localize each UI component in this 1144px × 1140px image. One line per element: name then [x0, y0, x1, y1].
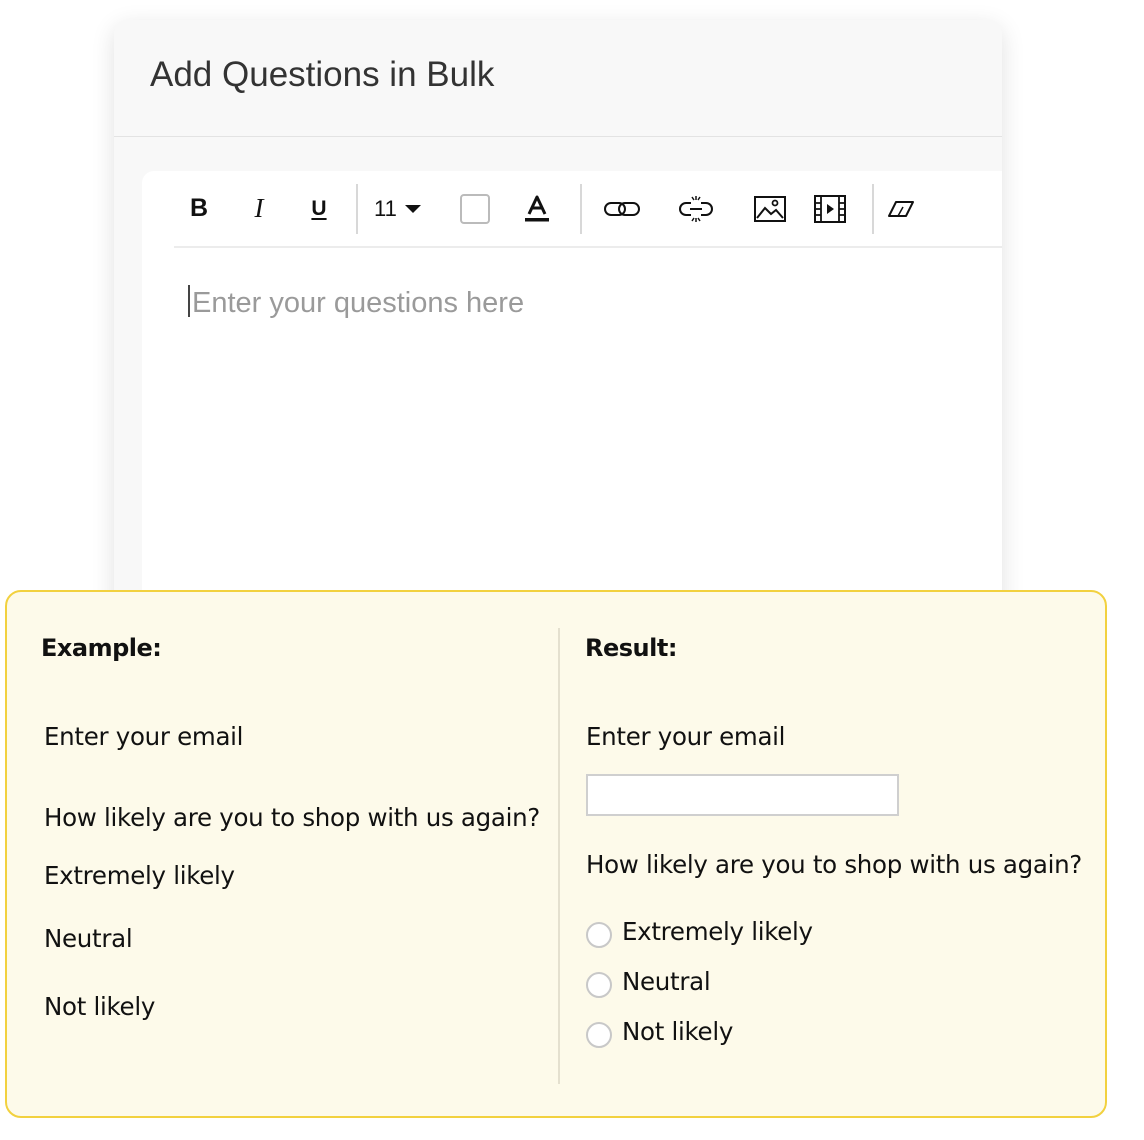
- link-icon: [604, 201, 640, 216]
- insert-video-button[interactable]: [810, 171, 850, 246]
- dialog-title: Add Questions in Bulk: [150, 55, 495, 94]
- underline-button[interactable]: U: [304, 171, 334, 246]
- clear-format-icon: [888, 200, 914, 217]
- dialog-header: Add Questions in Bulk: [114, 20, 1002, 137]
- font-size-value: 11: [374, 195, 397, 221]
- result-question-shop: How likely are you to shop with us again…: [586, 850, 1083, 879]
- italic-icon: I: [254, 193, 264, 223]
- result-heading: Result:: [585, 634, 677, 662]
- toolbar-divider: [580, 184, 582, 234]
- image-icon: [754, 195, 786, 222]
- example-question-shop: How likely are you to shop with us again…: [44, 803, 541, 832]
- editor-toolbar: B I U 11: [174, 171, 1002, 248]
- clear-format-button[interactable]: [884, 171, 918, 246]
- chevron-down-icon: [404, 204, 421, 213]
- unlink-icon: [679, 195, 713, 222]
- radio-extremely-likely[interactable]: [586, 922, 612, 948]
- email-field[interactable]: [586, 774, 899, 816]
- example-option: Not likely: [44, 992, 156, 1021]
- bold-button[interactable]: B: [184, 171, 214, 246]
- text-cursor: [188, 285, 190, 318]
- background-color-button[interactable]: [458, 171, 492, 246]
- radio-neutral[interactable]: [586, 972, 612, 998]
- link-button[interactable]: [602, 171, 642, 246]
- editor-placeholder: Enter your questions here: [192, 287, 525, 319]
- result-question-email: Enter your email: [586, 722, 786, 751]
- toolbar-divider: [356, 184, 358, 234]
- underline-icon: U: [311, 196, 327, 220]
- bold-icon: B: [189, 194, 209, 222]
- video-icon: [814, 194, 846, 223]
- font-size-dropdown[interactable]: 11: [374, 171, 438, 246]
- radio-label: Not likely: [622, 1017, 734, 1046]
- example-heading: Example:: [41, 634, 162, 662]
- radio-label: Neutral: [622, 967, 711, 996]
- example-option: Extremely likely: [44, 861, 235, 890]
- radio-not-likely[interactable]: [586, 1022, 612, 1048]
- italic-button[interactable]: I: [244, 171, 274, 246]
- radio-label: Extremely likely: [622, 917, 813, 946]
- example-option: Neutral: [44, 924, 133, 953]
- background-color-icon: [460, 193, 490, 224]
- example-question-email: Enter your email: [44, 722, 244, 751]
- unlink-button[interactable]: [676, 171, 716, 246]
- insert-image-button[interactable]: [750, 171, 790, 246]
- questions-textarea[interactable]: Enter your questions here: [188, 285, 525, 320]
- example-panel: Example: Enter your email How likely are…: [5, 590, 1107, 1118]
- toolbar-divider: [872, 184, 874, 234]
- panel-divider: [558, 628, 560, 1084]
- font-color-button[interactable]: [520, 171, 554, 246]
- rich-text-editor: B I U 11 Enter your questions here: [142, 171, 1002, 630]
- font-color-icon: [525, 195, 549, 221]
- add-questions-dialog: Add Questions in Bulk B I U 11 Enter you…: [114, 20, 1002, 630]
